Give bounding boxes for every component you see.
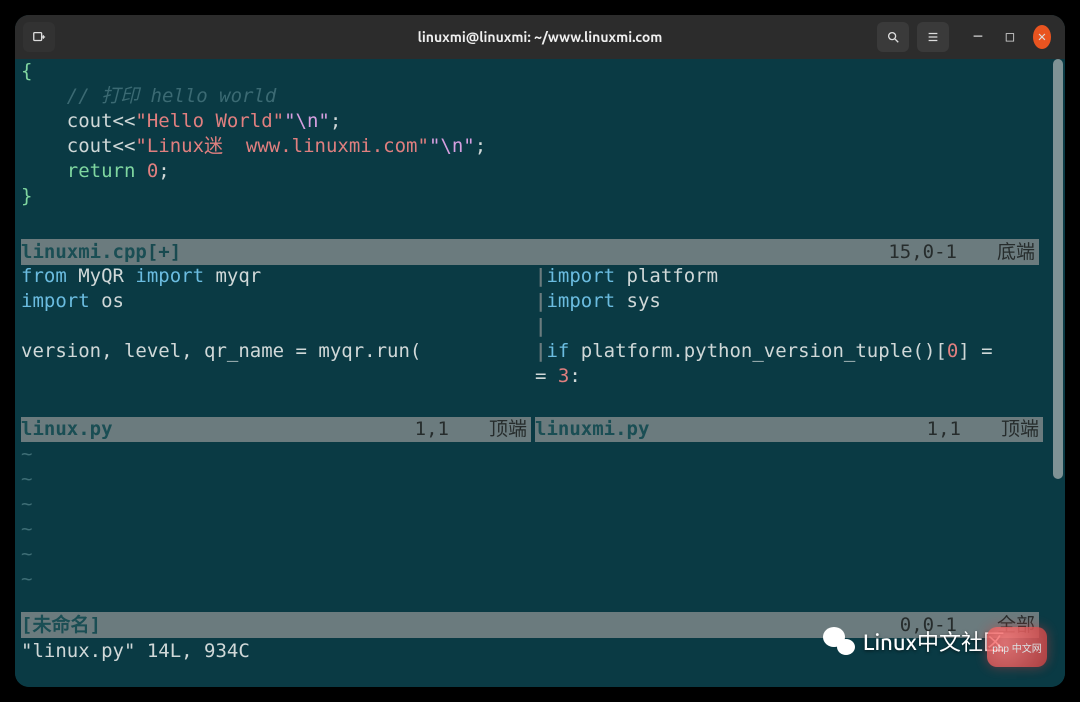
watermark-wechat: Linux中文社区: [823, 625, 1005, 657]
terminal-body[interactable]: { // 打印 hello world cout<<"Hello World""…: [15, 59, 1065, 687]
new-tab-button[interactable]: [23, 22, 55, 52]
search-button[interactable]: [877, 22, 909, 52]
status-filename: linuxmi.cpp: [21, 240, 147, 265]
status-modified-flag: [+]: [147, 240, 181, 265]
terminal-window: linuxmi@linuxmi: ~/www.linuxmi.com ─ □ ✕…: [15, 15, 1065, 687]
titlebar: linuxmi@linuxmi: ~/www.linuxmi.com ─ □ ✕: [15, 15, 1065, 59]
wechat-icon: [823, 625, 855, 657]
code-brace: {: [21, 60, 32, 82]
vim-pane-empty[interactable]: ~ ~ ~ ~ ~ ~: [21, 442, 1045, 612]
minimize-button[interactable]: ─: [969, 29, 987, 45]
close-button[interactable]: ✕: [1033, 25, 1051, 49]
status-percent: 底端: [997, 240, 1035, 265]
vim-statusbar-pyright: linuxmi.py 1,1 顶端: [535, 417, 1043, 442]
vim-vsplit-border: |: [535, 265, 546, 287]
vim-pane-python-right[interactable]: |import platform |import sys | |if platf…: [535, 264, 1045, 416]
vim-pane-cpp[interactable]: { // 打印 hello world cout<<"Hello World""…: [21, 59, 1065, 262]
code-comment: // 打印 hello world: [21, 85, 276, 107]
status-cursor-pos: 15,0-1: [888, 240, 957, 265]
terminal-scrollbar[interactable]: [1053, 59, 1063, 619]
scrollbar-thumb[interactable]: [1053, 59, 1063, 479]
maximize-button[interactable]: □: [1001, 29, 1019, 45]
vim-statusbar-cpp: linuxmi.cpp [+] 15,0-1 底端: [21, 239, 1039, 265]
vim-pane-python-left[interactable]: from MyQR import myqr import os version,…: [21, 264, 531, 416]
hamburger-menu-button[interactable]: [917, 22, 949, 52]
vim-tilde: ~: [21, 443, 32, 465]
watermark-php: php 中文网: [987, 627, 1047, 667]
vim-statusbar-pyleft: linux.py 1,1 顶端: [21, 417, 531, 442]
